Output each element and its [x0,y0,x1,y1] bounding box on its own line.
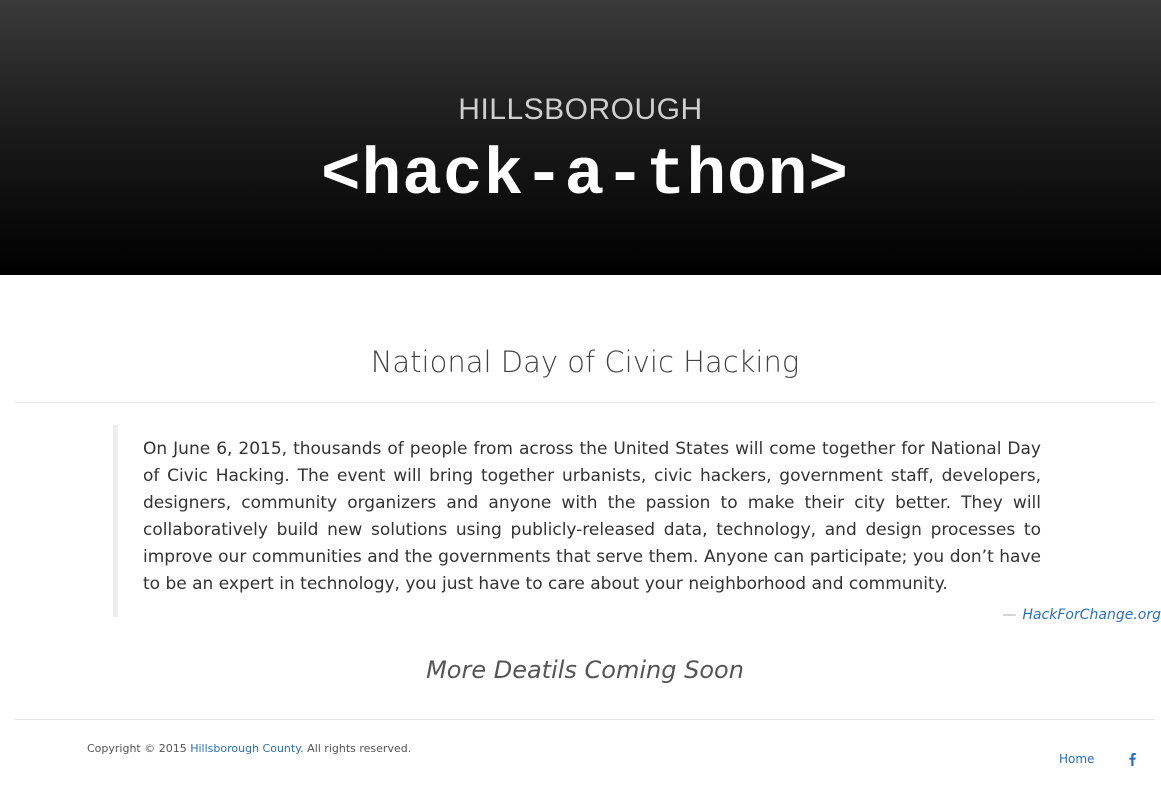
divider-top [15,402,1155,403]
quote-source: — HackForChange.org [124,607,1161,623]
hero-subtitle: HILLSBOROUGH [458,93,703,126]
coming-soon-text: More Deatils Coming Soon [426,656,744,684]
quote-text: On June 6, 2015, thousands of people fro… [143,439,1041,594]
hackforchange-link[interactable]: HackForChange.org [1022,607,1161,623]
divider-footer [15,719,1155,720]
footer-home-link[interactable]: Home [1059,752,1094,766]
hero-banner: HILLSBOROUGH <hack-a-thon> [0,0,1161,275]
copyright-prefix: Copyright © 2015 [87,742,191,755]
hillsborough-county-link[interactable]: Hillsborough County [190,742,300,755]
facebook-icon[interactable] [1127,752,1137,766]
quote-dash: — [1002,607,1017,623]
copyright-suffix: . All rights reserved. [300,742,412,755]
section-title: National Day of Civic Hacking [370,345,800,379]
quote-block: On June 6, 2015, thousands of people fro… [113,425,1041,617]
hero-title: <hack-a-thon> [321,138,849,213]
copyright-text: Copyright © 2015 Hillsborough County. Al… [87,742,411,755]
